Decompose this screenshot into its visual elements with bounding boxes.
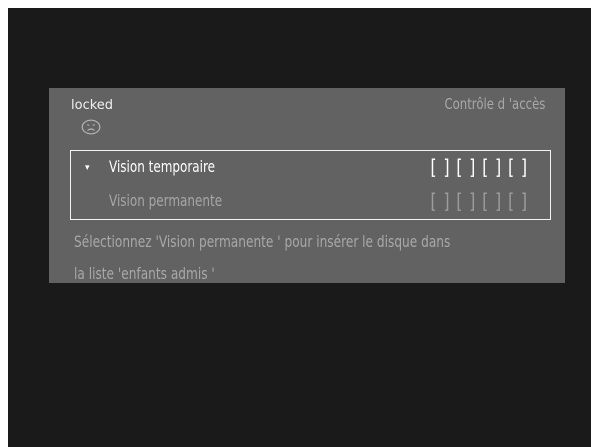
option-temporary-viewing[interactable]: ▾ Vision temporaire [ ] [ ] [ ] [ ] bbox=[71, 155, 550, 179]
viewing-options-list: ▾ Vision temporaire [ ] [ ] [ ] [ ] Visi… bbox=[70, 150, 551, 220]
help-message-line-1: Sélectionnez 'Vision permanente ' pour i… bbox=[74, 232, 451, 251]
sad-face-icon bbox=[81, 119, 101, 135]
option-label: Vision permanente bbox=[109, 191, 223, 210]
access-control-dialog: locked Contrôle d 'accès ▾ Vision tempor… bbox=[49, 88, 565, 283]
selection-arrow-icon: ▾ bbox=[85, 163, 90, 173]
tv-screen: locked Contrôle d 'accès ▾ Vision tempor… bbox=[8, 8, 591, 447]
code-entry-slots[interactable]: [ ] [ ] [ ] [ ] bbox=[430, 155, 528, 179]
option-label: Vision temporaire bbox=[109, 157, 216, 176]
help-message-line-2: la liste 'enfants admis ' bbox=[74, 264, 215, 283]
code-entry-slots[interactable]: [ ] [ ] [ ] [ ] bbox=[430, 189, 528, 213]
option-permanent-viewing[interactable]: Vision permanente [ ] [ ] [ ] [ ] bbox=[71, 189, 550, 213]
dialog-title: Contrôle d 'accès bbox=[444, 95, 545, 113]
lock-status-label: locked bbox=[71, 98, 114, 113]
